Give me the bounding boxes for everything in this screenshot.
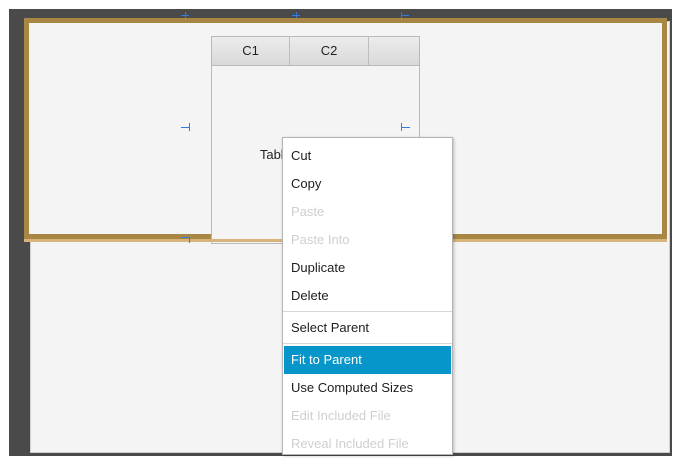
menu-item-cut[interactable]: Cut	[283, 142, 452, 170]
guide-handle-top-center-v	[296, 12, 297, 18]
guide-handle-bottom-left-v	[189, 237, 190, 243]
context-menu: Cut Copy Paste Paste Into Duplicate Delete Se…	[282, 137, 453, 455]
menu-item-paste-into: Paste Into	[291, 232, 350, 247]
guide-handle-top-right-v	[401, 12, 402, 18]
menu-item-paste: Paste	[291, 204, 325, 219]
guide-handle-mid-right-v	[401, 123, 402, 131]
column-header-filler	[369, 37, 419, 65]
guide-handle-top-right[interactable]	[401, 15, 409, 16]
table-header: C1 C2	[212, 37, 419, 66]
menu-item-duplicate[interactable]: Duplicate	[283, 254, 452, 282]
menu-separator	[283, 311, 452, 312]
menu-item-reveal-included-file: Reveal Included File	[291, 436, 409, 451]
menu-item-fit-to-parent[interactable]: Fit to Parent	[284, 346, 451, 374]
guide-handle-mid-left-v	[189, 123, 190, 131]
menu-item-edit-included-file: Edit Included File	[291, 408, 391, 423]
column-header-c2[interactable]: C2	[290, 37, 369, 65]
menu-item-select-parent[interactable]: Select Parent	[283, 314, 452, 342]
menu-item-copy[interactable]: Copy	[283, 170, 452, 198]
menu-item-delete[interactable]: Delete	[283, 282, 452, 310]
column-header-c1[interactable]: C1	[212, 37, 290, 65]
menu-separator	[283, 343, 452, 344]
menu-item-use-computed-sizes[interactable]: Use Computed Sizes	[283, 374, 452, 402]
guide-handle-mid-left[interactable]	[181, 127, 189, 128]
scene-builder-window: C1 C2 Tabla sin contenido CutCopyPastePa…	[0, 0, 682, 465]
guide-handle-top-left-v	[185, 12, 186, 18]
guide-handle-mid-right[interactable]	[401, 127, 410, 128]
